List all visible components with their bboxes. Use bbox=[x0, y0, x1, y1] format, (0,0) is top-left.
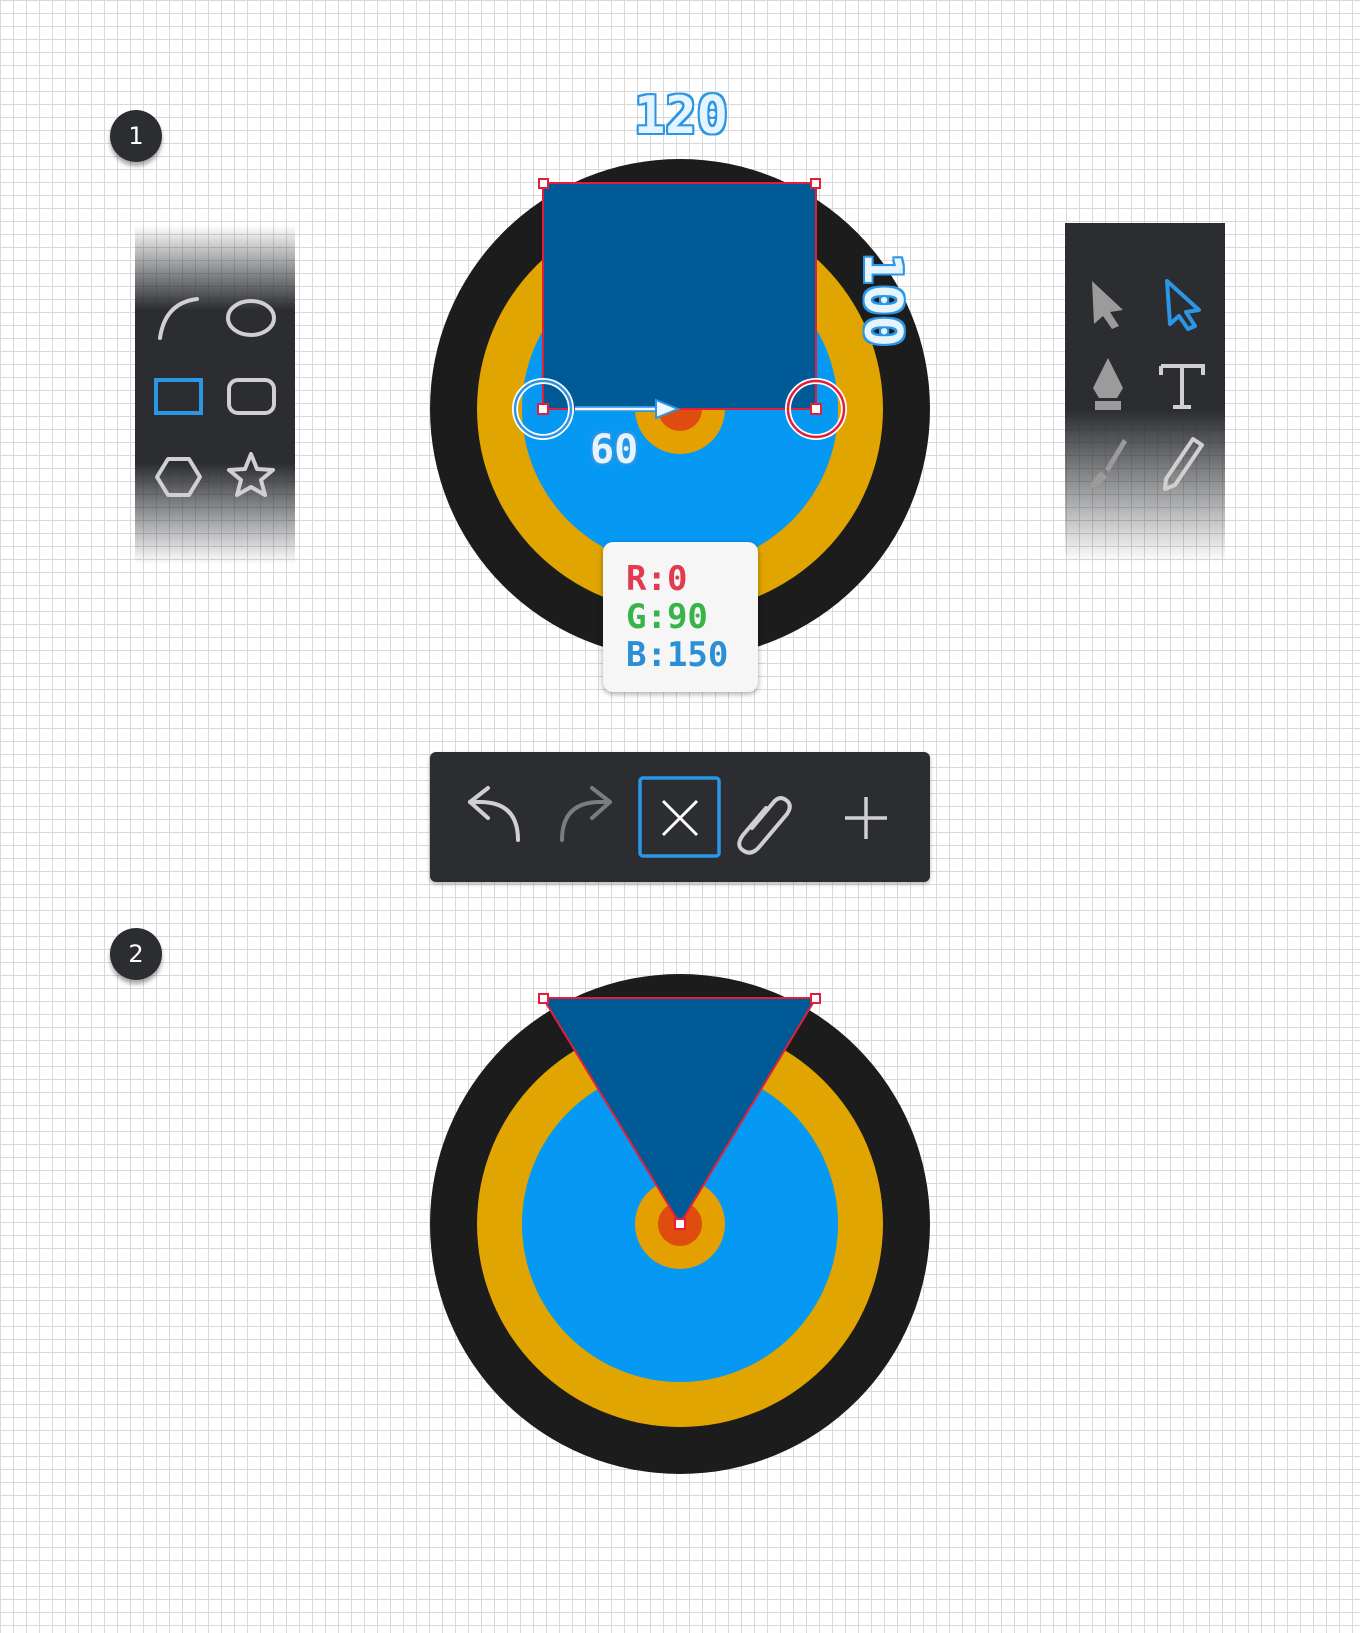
delete-anchor-button[interactable] bbox=[638, 776, 721, 858]
height-label: 100 bbox=[851, 253, 912, 347]
paperclip-icon[interactable] bbox=[737, 796, 792, 855]
redo-icon[interactable] bbox=[560, 786, 612, 842]
width-label: 120 bbox=[634, 86, 728, 146]
fill-color-card: R:0 G:90 B:150 bbox=[603, 542, 758, 692]
red-value: R:0 bbox=[626, 559, 688, 599]
add-icon[interactable] bbox=[845, 797, 887, 839]
green-value: G:90 bbox=[626, 597, 708, 637]
blue-value: B:150 bbox=[626, 635, 729, 675]
action-toolbar bbox=[430, 752, 930, 882]
selected-rectangle[interactable] bbox=[542, 182, 817, 410]
undo-icon[interactable] bbox=[468, 786, 520, 842]
scene-step-2 bbox=[0, 940, 1360, 1500]
offset-label: 60 bbox=[590, 427, 639, 473]
